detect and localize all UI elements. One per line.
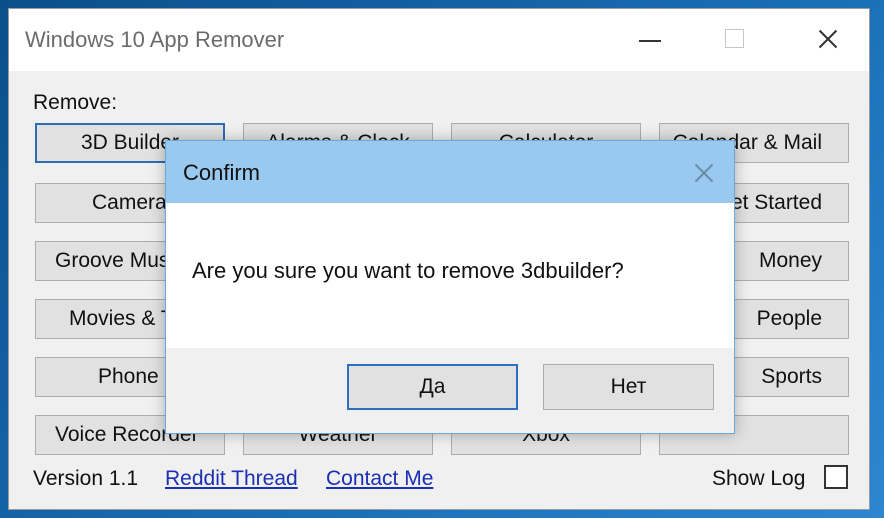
dialog-close-icon[interactable]	[688, 157, 720, 189]
title-bar[interactable]: Windows 10 App Remover	[9, 9, 869, 71]
no-button[interactable]: Нет	[543, 364, 714, 410]
yes-button[interactable]: Да	[347, 364, 518, 410]
dialog-body: Are you sure you want to remove 3dbuilde…	[166, 203, 734, 348]
remove-label: Remove:	[33, 91, 118, 114]
show-log-checkbox[interactable]	[824, 465, 848, 489]
dialog-title-bar[interactable]: Confirm	[166, 141, 734, 203]
close-button[interactable]	[807, 23, 847, 57]
version-label: Version 1.1	[33, 467, 139, 490]
window-title: Windows 10 App Remover	[25, 27, 285, 52]
maximize-button[interactable]	[715, 23, 755, 57]
dialog-message: Are you sure you want to remove 3dbuilde…	[192, 258, 624, 283]
confirm-dialog: Confirm Are you sure you want to remove …	[165, 140, 735, 434]
contact-me-link[interactable]: Contact Me	[326, 467, 433, 491]
reddit-thread-link[interactable]: Reddit Thread	[165, 467, 298, 491]
dialog-title: Confirm	[183, 160, 261, 185]
show-log-label: Show Log	[712, 467, 806, 490]
minimize-button[interactable]	[633, 23, 673, 57]
